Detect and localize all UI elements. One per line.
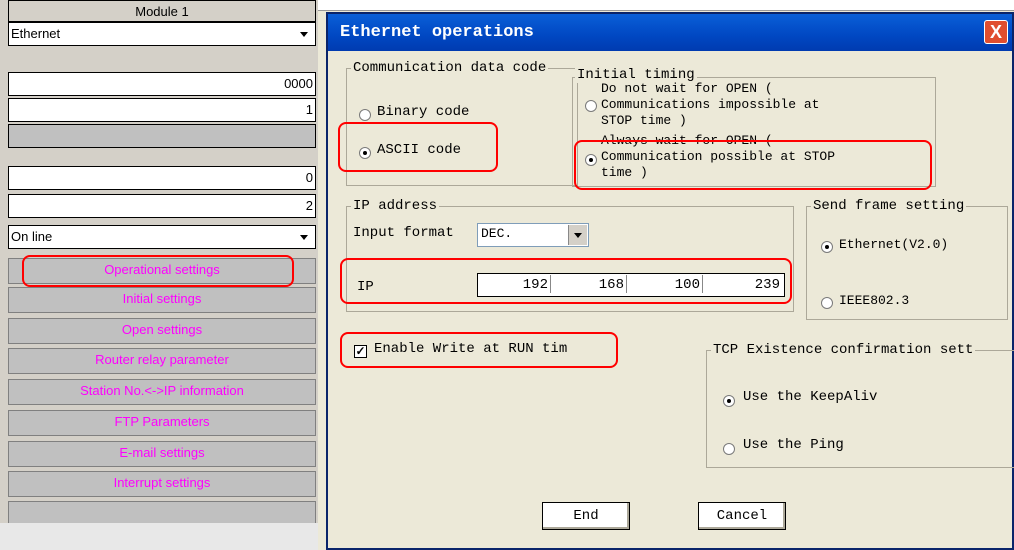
input-format-value: DEC. — [481, 226, 513, 241]
send-frame-legend: Send frame setting — [811, 198, 967, 214]
binary-code-radio[interactable] — [359, 109, 371, 121]
close-icon[interactable]: X — [984, 20, 1008, 44]
dialog-title: Ethernet operations — [340, 23, 534, 42]
dialog-titlebar[interactable]: Ethernet operations — [328, 14, 1012, 51]
end-button[interactable]: End — [542, 502, 630, 530]
start-io-field[interactable]: 0000 — [8, 72, 316, 96]
ping-radio[interactable] — [723, 443, 735, 455]
highlight-ascii — [338, 122, 498, 172]
chevron-down-icon — [574, 233, 582, 238]
highlight-always-wait — [574, 140, 932, 190]
parameter-grid: Module 1 Ethernet 0000 1 0 2 On line Ope… — [0, 0, 318, 550]
do-not-wait-radio[interactable] — [585, 100, 597, 112]
highlight-ip — [340, 258, 792, 304]
dropdown-button[interactable] — [568, 225, 587, 245]
network-type-value: Ethernet — [11, 26, 61, 41]
interrupt-settings-button[interactable]: Interrupt settings — [8, 471, 316, 497]
module-header: Module 1 — [8, 0, 316, 22]
ieee-radio[interactable] — [821, 297, 833, 309]
tcp-existence-group: TCP Existence confirmation sett Use the … — [706, 342, 1014, 468]
highlight-operational-settings — [22, 255, 294, 287]
do-not-wait-label: Do not wait for OPEN ( Communications im… — [601, 81, 820, 128]
disabled-field — [8, 124, 316, 148]
station-no-field[interactable]: 2 — [8, 194, 316, 218]
input-format-select[interactable]: DEC. — [477, 223, 589, 247]
tcp-existence-legend: TCP Existence confirmation sett — [711, 342, 976, 358]
input-format-label: Input format — [353, 225, 454, 241]
empty-button — [8, 501, 316, 525]
network-no-field[interactable]: 1 — [8, 98, 316, 122]
binary-code-label: Binary code — [377, 104, 470, 120]
group-no-field[interactable]: 0 — [8, 166, 316, 190]
keepalive-radio[interactable] — [723, 395, 735, 407]
network-type-select[interactable]: Ethernet — [8, 22, 316, 46]
send-frame-group: Send frame setting Ethernet(V2.0) IEEE80… — [806, 198, 1008, 320]
comm-code-legend: Communication data code — [351, 60, 549, 76]
keepalive-label: Use the KeepAliv — [743, 389, 878, 405]
router-relay-button[interactable]: Router relay parameter — [8, 348, 316, 374]
initial-settings-button[interactable]: Initial settings — [8, 287, 316, 313]
chevron-down-icon[interactable] — [297, 230, 311, 244]
ping-label: Use the Ping — [743, 437, 844, 453]
email-settings-button[interactable]: E-mail settings — [8, 441, 316, 467]
open-settings-button[interactable]: Open settings — [8, 318, 316, 344]
station-ip-button[interactable]: Station No.<->IP information — [8, 379, 316, 405]
ethernet-v2-label: Ethernet(V2.0) — [839, 237, 949, 252]
mode-select[interactable]: On line — [8, 225, 316, 249]
grid-bottom — [0, 523, 318, 550]
background-strip — [318, 0, 1014, 11]
mode-value: On line — [11, 229, 53, 244]
ethernet-v2-radio[interactable] — [821, 241, 833, 253]
chevron-down-icon[interactable] — [297, 27, 311, 41]
cancel-button[interactable]: Cancel — [698, 502, 786, 530]
highlight-enable-write — [340, 332, 618, 368]
ethernet-operations-dialog: Ethernet operations X Communication data… — [326, 12, 1014, 550]
ieee-label: IEEE802.3 — [839, 293, 910, 308]
ip-address-legend: IP address — [351, 198, 440, 214]
ftp-parameters-button[interactable]: FTP Parameters — [8, 410, 316, 436]
